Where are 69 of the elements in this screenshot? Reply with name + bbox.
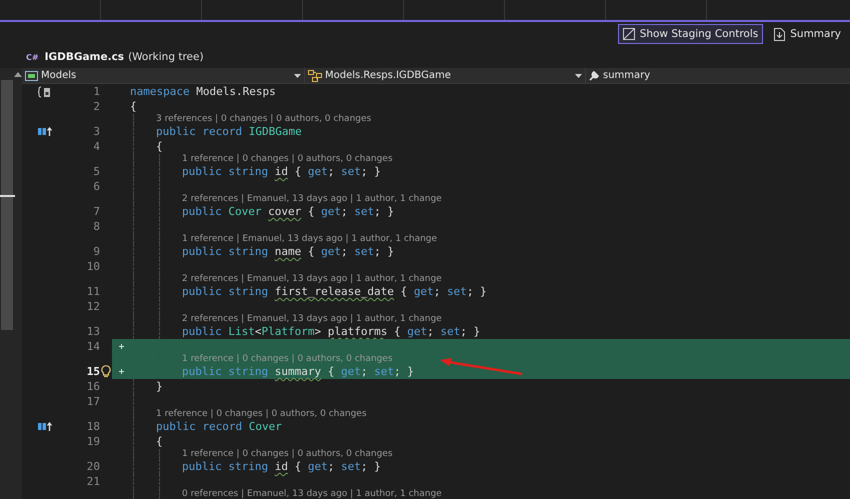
added-line-icon xyxy=(118,344,124,349)
code-line: public record IGDBGame xyxy=(156,125,302,138)
codelens-info[interactable]: 2 references | Emanuel, 13 days ago | 1 author, 1 change xyxy=(182,274,442,284)
line-number: 1 xyxy=(93,85,100,98)
csharp-file-icon: C# xyxy=(26,52,39,62)
code-line: } xyxy=(156,380,163,393)
navigation-dropdown[interactable]: summary xyxy=(586,68,850,83)
line-number: 15 xyxy=(86,365,100,378)
line-number: 10 xyxy=(86,260,100,273)
line-number: 9 xyxy=(93,245,100,258)
file-name: IGDBGame.cs xyxy=(44,51,124,63)
code-line: public string id { get; set; } xyxy=(182,460,381,473)
line-number: 19 xyxy=(86,435,100,448)
line-number: 14 xyxy=(86,340,100,353)
caret-icon xyxy=(294,74,301,78)
codelens-info[interactable]: 2 references | Emanuel, 13 days ago | 1 author, 1 change xyxy=(182,194,442,204)
codelens-info[interactable]: 1 reference | 0 changes | 0 authors, 0 changes xyxy=(182,154,393,164)
line-number: 11 xyxy=(86,285,100,298)
line-number: 17 xyxy=(86,395,100,408)
document-icon xyxy=(774,28,786,40)
line-number: 8 xyxy=(93,220,100,233)
line-number: 7 xyxy=(93,205,100,218)
project-icon xyxy=(25,70,38,80)
file-status: (Working tree) xyxy=(128,51,204,63)
codelens-info[interactable]: 2 references | Emanuel, 13 days ago | 1 author, 1 change xyxy=(182,314,442,324)
navigation-dropdown[interactable]: Models xyxy=(22,68,305,83)
line-number: 3 xyxy=(93,125,100,138)
staging-toggle-icon xyxy=(622,28,635,40)
line-number: 18 xyxy=(86,420,100,433)
codelens-info[interactable]: 1 reference | Emanuel, 13 days ago | 1 author, 1 change xyxy=(182,234,438,244)
code-line: { xyxy=(156,140,163,153)
implementation-icon[interactable] xyxy=(38,422,52,431)
code-line: public Cover cover { get; set; } xyxy=(182,205,394,218)
implementation-icon[interactable] xyxy=(38,127,52,136)
caret-icon xyxy=(575,74,582,78)
code-line: public record Cover xyxy=(156,420,282,433)
code-line: public string summary { get; set; } xyxy=(182,365,414,378)
codelens-info[interactable]: 0 references | Emanuel, 13 days ago | 1 author, 1 change xyxy=(182,489,442,499)
line-number: 6 xyxy=(93,180,100,193)
scrollbar[interactable] xyxy=(1,80,13,330)
class-icon xyxy=(308,70,322,82)
code-line: { xyxy=(156,435,163,448)
code-line: public string name { get; set; } xyxy=(182,245,394,258)
dropdown-label: Models.Resps.IGDBGame xyxy=(325,70,452,81)
lightbulb-icon[interactable] xyxy=(101,365,111,378)
line-number: 4 xyxy=(93,140,100,153)
line-number: 13 xyxy=(86,325,100,338)
code-line: public string id { get; set; } xyxy=(182,165,381,178)
codelens-info[interactable]: 3 references | 0 changes | 0 authors, 0 changes xyxy=(156,114,372,124)
dropdown-label: Models xyxy=(41,70,78,81)
added-line-icon xyxy=(118,369,124,374)
line-number: 5 xyxy=(93,165,100,178)
line-number: 20 xyxy=(86,460,100,473)
code-line: public List<Platform> platforms { get; set; } xyxy=(182,325,480,338)
toolbar-button[interactable]: Summary xyxy=(769,24,846,44)
navigation-dropdown[interactable]: Models.Resps.IGDBGame xyxy=(305,68,586,83)
code-line: public string first_release_date { get; set; } xyxy=(182,285,487,298)
code-line: namespace Models.Resps xyxy=(130,85,276,98)
line-number: 12 xyxy=(86,300,100,313)
line-number: 2 xyxy=(93,100,100,113)
line-number: 16 xyxy=(86,380,100,393)
dropdown-label: summary xyxy=(603,70,652,81)
namespace-icon[interactable] xyxy=(38,86,52,98)
toolbar-button[interactable]: Show Staging Controls xyxy=(618,24,764,44)
wrench-icon xyxy=(589,70,600,81)
line-number: 21 xyxy=(86,475,100,488)
codelens-info[interactable]: 1 reference | 0 changes | 0 authors, 0 changes xyxy=(182,449,393,459)
code-line: { xyxy=(130,100,137,113)
codelens-info[interactable]: 1 reference | 0 changes | 0 authors, 0 changes xyxy=(156,409,367,419)
